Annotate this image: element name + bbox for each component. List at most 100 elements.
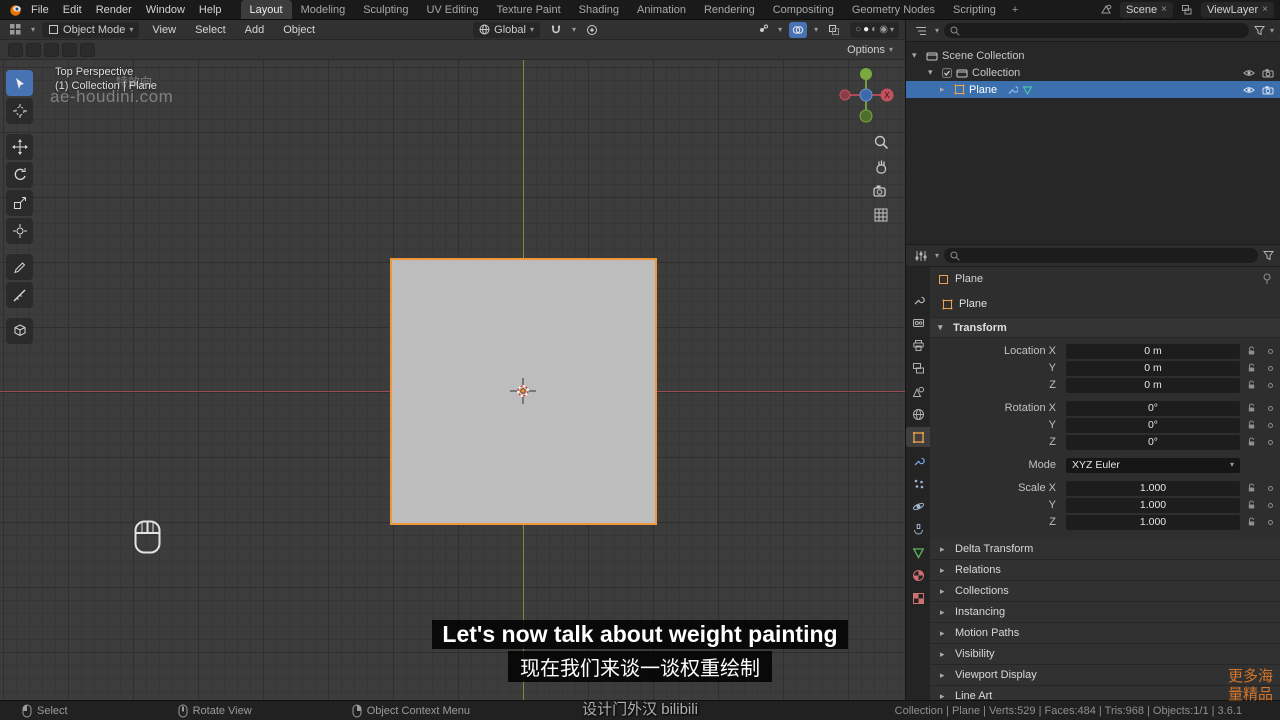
workspace-tab-uv-editing[interactable]: UV Editing — [417, 0, 487, 19]
workspace-tab-animation[interactable]: Animation — [628, 0, 695, 19]
animate-decorator[interactable] — [1262, 365, 1278, 371]
workspace-tab-rendering[interactable]: Rendering — [695, 0, 764, 19]
tool-move[interactable] — [6, 134, 33, 160]
rotation-z-field[interactable]: 0° — [1066, 434, 1240, 450]
show-gizmo-icon[interactable] — [753, 22, 771, 38]
workspace-tab-scripting[interactable]: Scripting — [944, 0, 1005, 19]
location-y-field[interactable]: 0 m — [1066, 360, 1240, 376]
menu-edit[interactable]: Edit — [56, 2, 89, 18]
pan-hand-icon[interactable] — [873, 159, 889, 175]
modifier-wrench-icon[interactable] — [1007, 84, 1019, 95]
workspace-tab-shading[interactable]: Shading — [570, 0, 628, 19]
options-dropdown[interactable]: Options ▾ — [843, 44, 897, 56]
camera-view-icon[interactable] — [873, 184, 889, 198]
eye-icon[interactable] — [1243, 85, 1255, 95]
blender-logo-icon[interactable] — [6, 2, 24, 18]
lock-icon[interactable] — [1240, 437, 1262, 447]
menu-object[interactable]: Object — [277, 23, 321, 37]
tab-scene[interactable] — [906, 381, 930, 401]
animate-decorator[interactable] — [1262, 405, 1278, 411]
editor-type-icon[interactable] — [6, 22, 24, 38]
add-workspace-button[interactable]: + — [1005, 0, 1025, 19]
tab-particles[interactable] — [906, 473, 930, 493]
expand-arrow-icon[interactable]: ▾ — [912, 50, 922, 61]
zoom-icon[interactable] — [873, 134, 889, 150]
menu-select[interactable]: Select — [189, 23, 232, 37]
shading-solid-icon[interactable]: ● — [863, 24, 869, 35]
menu-file[interactable]: File — [24, 2, 56, 18]
outliner-row-collection[interactable]: ▾ Collection — [906, 64, 1280, 81]
properties-search-input[interactable] — [944, 248, 1258, 263]
animate-decorator[interactable] — [1262, 519, 1278, 525]
lock-icon[interactable] — [1240, 517, 1262, 527]
mesh-data-icon[interactable] — [1022, 85, 1033, 95]
eye-icon[interactable] — [1243, 68, 1255, 78]
panel-visibility[interactable]: ▸ Visibility — [930, 644, 1280, 665]
menu-view[interactable]: View — [146, 23, 182, 37]
menu-help[interactable]: Help — [192, 2, 229, 18]
lock-icon[interactable] — [1240, 500, 1262, 510]
ortho-toggle-icon[interactable] — [873, 207, 889, 223]
outliner-editor-icon[interactable] — [912, 23, 930, 39]
unlink-scene-icon[interactable]: × — [1161, 4, 1167, 15]
workspace-tab-layout[interactable]: Layout — [240, 0, 292, 19]
proportional-editing-icon[interactable] — [583, 22, 601, 38]
workspace-tab-compositing[interactable]: Compositing — [764, 0, 843, 19]
location-z-field[interactable]: 0 m — [1066, 377, 1240, 393]
lock-icon[interactable] — [1240, 363, 1262, 373]
scale-x-field[interactable]: 1.000 — [1066, 480, 1240, 496]
tool-annotate[interactable] — [6, 254, 33, 280]
unlink-viewlayer-icon[interactable]: × — [1262, 4, 1268, 15]
camera-icon[interactable] — [1262, 85, 1274, 95]
expand-arrow-icon[interactable]: ▸ — [940, 84, 950, 95]
scene-selector[interactable]: Scene × — [1119, 1, 1173, 18]
tool-rotate[interactable] — [6, 162, 33, 188]
lock-icon[interactable] — [1240, 403, 1262, 413]
properties-editor-icon[interactable] — [912, 248, 930, 264]
expand-arrow-icon[interactable]: ▾ — [928, 67, 938, 78]
tool-settings-toggle-2[interactable] — [26, 42, 41, 57]
tool-settings-toggle-4[interactable] — [62, 42, 77, 57]
outliner-row-scene-collection[interactable]: ▾ Scene Collection — [906, 47, 1280, 64]
tool-cursor[interactable] — [6, 98, 33, 124]
object-name-field[interactable]: Plane — [930, 291, 1280, 317]
tab-output[interactable] — [906, 335, 930, 355]
tool-select-box[interactable] — [6, 70, 33, 96]
tab-modifiers[interactable] — [906, 450, 930, 470]
menu-render[interactable]: Render — [89, 2, 139, 18]
menu-add[interactable]: Add — [239, 23, 271, 37]
navigation-gizmo[interactable]: X — [837, 66, 895, 124]
lock-icon[interactable] — [1240, 346, 1262, 356]
tab-view-layer[interactable] — [906, 358, 930, 378]
tool-settings-toggle-3[interactable] — [44, 42, 59, 57]
tab-render[interactable] — [906, 312, 930, 332]
object-mode-dropdown[interactable]: Object Mode ▾ — [42, 21, 140, 38]
tab-world[interactable] — [906, 404, 930, 424]
panel-collections[interactable]: ▸ Collections — [930, 581, 1280, 602]
pin-icon[interactable] — [1262, 273, 1272, 285]
tab-texture[interactable] — [906, 588, 930, 608]
tab-material[interactable] — [906, 565, 930, 585]
tab-object-data[interactable] — [906, 542, 930, 562]
panel-relations[interactable]: ▸ Relations — [930, 560, 1280, 581]
panel-motion-paths[interactable]: ▸ Motion Paths — [930, 623, 1280, 644]
tool-measure[interactable] — [6, 282, 33, 308]
filter-icon[interactable] — [1263, 250, 1274, 261]
workspace-tab-geometry-nodes[interactable]: Geometry Nodes — [843, 0, 944, 19]
xray-toggle-icon[interactable] — [825, 22, 843, 38]
panel-viewport-display[interactable]: ▸ Viewport Display — [930, 665, 1280, 686]
lock-icon[interactable] — [1240, 420, 1262, 430]
workspace-tab-modeling[interactable]: Modeling — [292, 0, 355, 19]
rotation-y-field[interactable]: 0° — [1066, 417, 1240, 433]
show-overlays-icon[interactable] — [789, 21, 808, 38]
outliner-row-plane[interactable]: ▸ Plane — [906, 81, 1280, 98]
camera-icon[interactable] — [1262, 68, 1274, 78]
outliner-search-input[interactable] — [944, 23, 1249, 38]
workspace-tab-texture-paint[interactable]: Texture Paint — [487, 0, 569, 19]
animate-decorator[interactable] — [1262, 422, 1278, 428]
panel-delta-transform[interactable]: ▸ Delta Transform — [930, 539, 1280, 560]
panel-line-art[interactable]: ▸ Line Art — [930, 686, 1280, 700]
tool-settings-toggle-5[interactable] — [80, 42, 95, 57]
workspace-tab-sculpting[interactable]: Sculpting — [354, 0, 417, 19]
viewlayer-selector[interactable]: ViewLayer × — [1200, 1, 1274, 18]
